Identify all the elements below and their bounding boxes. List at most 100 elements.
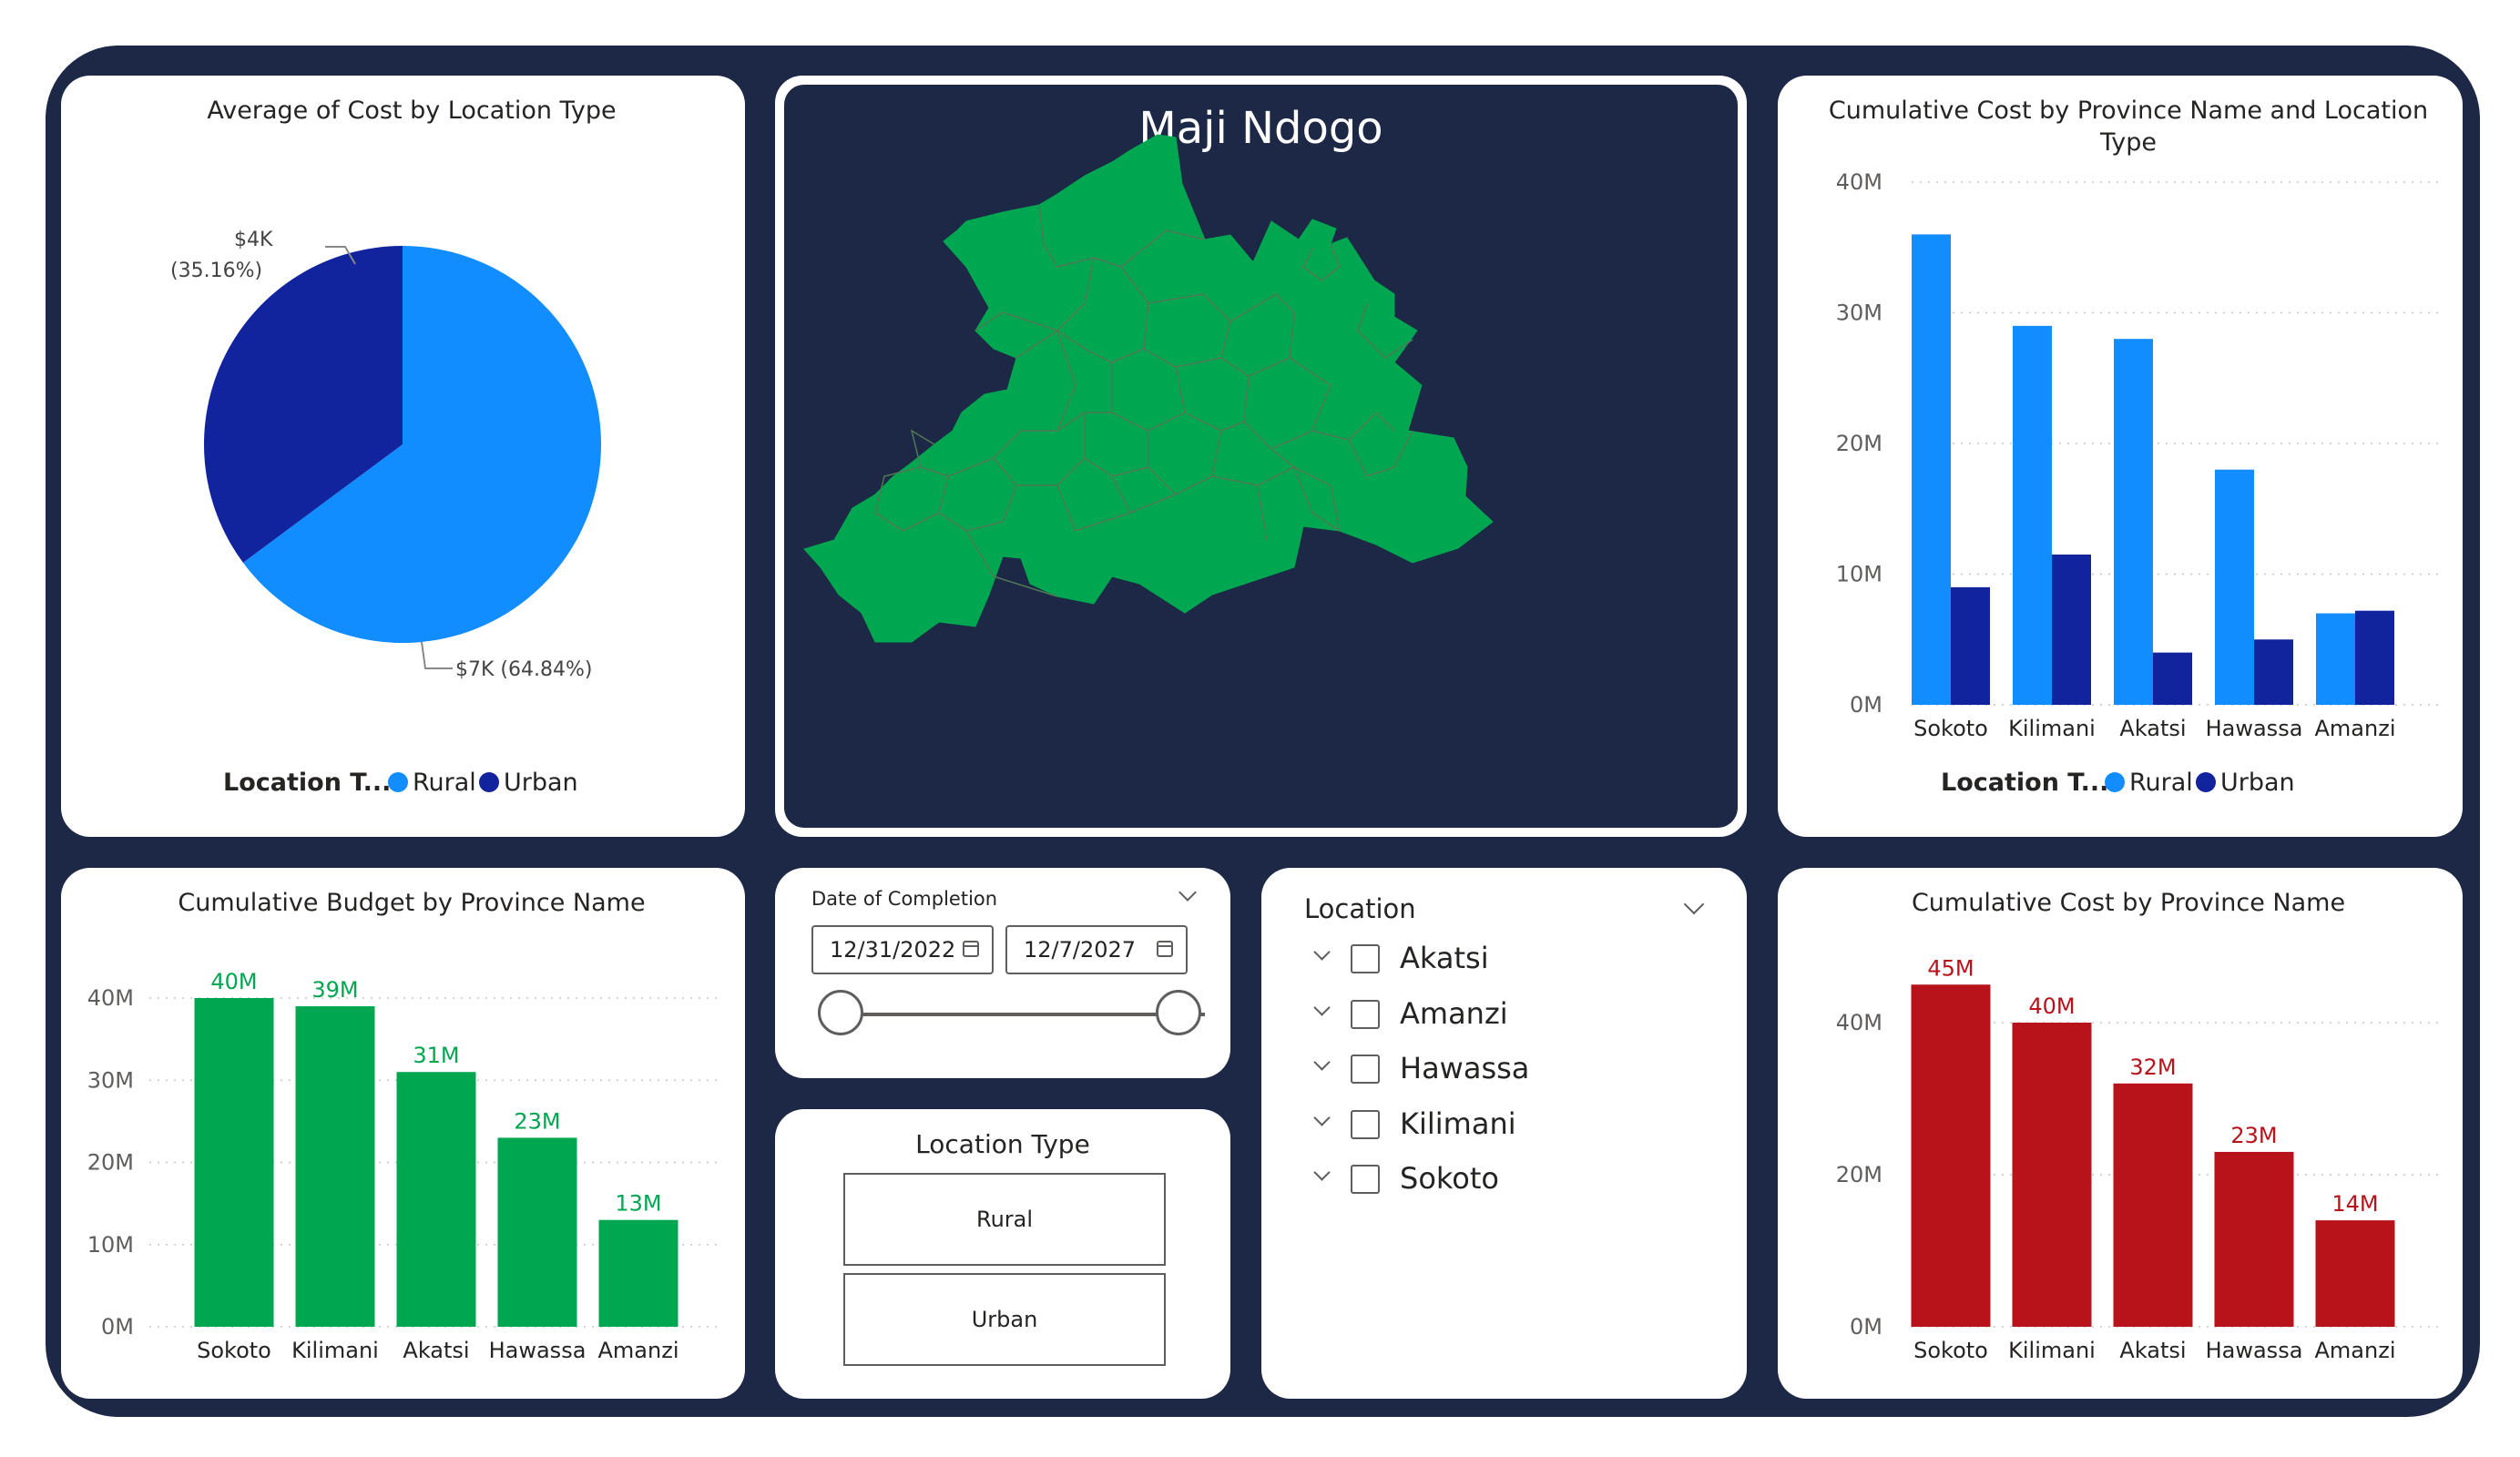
data-label: 13M xyxy=(615,1191,661,1217)
location-item-label: Hawassa xyxy=(1400,1051,1530,1085)
chart-title-line1: Cumulative Cost by Province Name and Loc… xyxy=(1829,97,2428,125)
checkbox[interactable] xyxy=(1351,1165,1380,1194)
bar-akatsi[interactable] xyxy=(2113,1083,2193,1327)
budget-by-province-chart: Cumulative Budget by Province Name 0M 10M 2… xyxy=(87,889,721,1363)
bar-akatsi-urban[interactable] xyxy=(2153,652,2192,705)
bar-amanzi-rural[interactable] xyxy=(2316,613,2355,705)
x-tick-label: Sokoto xyxy=(197,1338,271,1363)
map-panel: Maji Ndogo xyxy=(784,85,1738,828)
data-label: 39M xyxy=(311,977,358,1003)
data-label: 23M xyxy=(2230,1123,2277,1148)
x-tick-label: Akatsi xyxy=(403,1338,469,1363)
bar-sokoto[interactable] xyxy=(194,998,274,1327)
bar-hawassa-rural[interactable] xyxy=(2215,469,2254,705)
legend-rural-label: Rural xyxy=(2129,769,2193,797)
location-slicer-title: Location xyxy=(1304,893,1416,924)
location-type-urban-button[interactable]: Urban xyxy=(843,1273,1166,1366)
bar-kilimani[interactable] xyxy=(295,1006,375,1327)
expand-chevron-icon[interactable] xyxy=(1313,1164,1331,1181)
y-tick-label: 40M xyxy=(1836,169,1882,195)
data-label: 40M xyxy=(210,969,257,994)
date-range-slider-track[interactable] xyxy=(841,1013,1205,1016)
bar-sokoto-urban[interactable] xyxy=(1951,586,1990,705)
chevron-down-icon[interactable] xyxy=(1178,883,1197,902)
y-tick-label: 0M xyxy=(1850,692,1882,718)
y-tick-label: 0M xyxy=(101,1314,134,1340)
pie-chart-title: Average of Cost by Location Type xyxy=(207,97,616,125)
chart-title-line2: Type xyxy=(2099,128,2157,157)
y-tick-label: 10M xyxy=(87,1232,134,1258)
bar-kilimani-urban[interactable] xyxy=(2052,554,2091,705)
location-type-rural-button[interactable]: Rural xyxy=(843,1173,1166,1266)
map-card[interactable]: Maji Ndogo xyxy=(775,76,1747,837)
bar-sokoto[interactable] xyxy=(1911,984,1991,1327)
slider-start-handle[interactable] xyxy=(818,990,863,1035)
bar-akatsi-rural[interactable] xyxy=(2114,339,2153,705)
maji-ndogo-map[interactable] xyxy=(784,85,1738,828)
date-slicer-card[interactable]: Date of Completion 12/31/2022 12/7/2027 xyxy=(775,868,1230,1078)
bar-kilimani[interactable] xyxy=(2012,1023,2092,1327)
expand-chevron-icon[interactable] xyxy=(1313,999,1331,1016)
bar-kilimani-rural[interactable] xyxy=(2013,325,2052,705)
cost-by-province-type-card[interactable]: 0M 10M 20M 30M 40M Sokoto Kilimani Akatsi Hawass… xyxy=(1778,76,2463,837)
pie-chart-card[interactable]: Average of Cost by Location Type $4K (35… xyxy=(61,76,745,837)
x-tick-label: Amanzi xyxy=(2315,1338,2396,1363)
x-tick-label: Akatsi xyxy=(2119,1338,2186,1363)
expand-chevron-icon[interactable] xyxy=(1313,1109,1331,1126)
location-item-label: Sokoto xyxy=(1400,1161,1499,1196)
data-label: 45M xyxy=(1927,955,1974,981)
cost-by-province-card[interactable]: Cumulative Cost by Province Name 0M 20M 40M… xyxy=(1778,868,2463,1399)
x-tick-label: Akatsi xyxy=(2119,716,2186,741)
start-date-value: 12/31/2022 xyxy=(830,937,956,963)
bar-amanzi[interactable] xyxy=(2315,1220,2395,1327)
checkbox[interactable] xyxy=(1351,1000,1380,1029)
bar-sokoto-rural[interactable] xyxy=(1912,234,1951,705)
bar-hawassa-urban[interactable] xyxy=(2254,639,2293,705)
start-date-input[interactable]: 12/31/2022 xyxy=(811,925,994,974)
y-tick-label: 20M xyxy=(1836,1162,1882,1187)
legend-rural-dot xyxy=(388,772,408,792)
pie-label-urban-pct: (35.16%) xyxy=(170,260,262,282)
cost-by-province-chart: Cumulative Cost by Province Name 0M 20M 40M… xyxy=(1836,889,2438,1363)
bar-hawassa[interactable] xyxy=(2214,1151,2294,1327)
chevron-down-icon[interactable] xyxy=(1683,893,1705,915)
map-region-land xyxy=(803,134,1494,643)
y-tick-label: 0M xyxy=(1850,1314,1882,1340)
x-tick-label: Sokoto xyxy=(1913,1338,1988,1363)
x-tick-label: Hawassa xyxy=(2206,1338,2303,1363)
location-type-slicer-card[interactable]: Location Type Rural Urban xyxy=(775,1109,1230,1399)
y-tick-label: 30M xyxy=(1836,301,1882,326)
bar-amanzi[interactable] xyxy=(598,1219,678,1327)
budget-by-province-card[interactable]: Cumulative Budget by Province Name 0M 10M 2… xyxy=(61,868,745,1399)
bar-akatsi[interactable] xyxy=(396,1072,476,1327)
location-item-label: Kilimani xyxy=(1400,1106,1516,1141)
expand-chevron-icon[interactable] xyxy=(1313,1054,1331,1071)
data-label: 31M xyxy=(413,1043,459,1068)
date-slicer-label: Date of Completion xyxy=(811,888,998,910)
y-tick-label: 40M xyxy=(1836,1010,1882,1035)
legend-urban-dot xyxy=(2196,772,2216,792)
calendar-icon[interactable] xyxy=(963,941,979,957)
expand-chevron-icon[interactable] xyxy=(1313,943,1331,961)
end-date-input[interactable]: 12/7/2027 xyxy=(1005,925,1188,974)
legend-rural-dot xyxy=(2105,772,2125,792)
checkbox[interactable] xyxy=(1351,1110,1380,1139)
pie-legend-title: Location T... xyxy=(223,769,391,797)
x-tick-label: Hawassa xyxy=(2206,716,2303,741)
bar-amanzi-urban[interactable] xyxy=(2355,610,2394,705)
x-tick-label: Hawassa xyxy=(489,1338,587,1363)
x-tick-label: Kilimani xyxy=(2008,716,2096,741)
legend-title: Location T... xyxy=(1941,769,2108,797)
slider-end-handle[interactable] xyxy=(1156,990,1201,1035)
checkbox[interactable] xyxy=(1351,1055,1380,1084)
legend-urban-dot xyxy=(479,772,499,792)
location-type-title: Location Type xyxy=(915,1129,1090,1159)
data-label: 23M xyxy=(514,1108,560,1134)
bar-hawassa[interactable] xyxy=(497,1137,577,1327)
y-tick-label: 30M xyxy=(87,1067,134,1093)
location-slicer-card[interactable]: Location Akatsi Amanzi Hawassa Kilimani … xyxy=(1261,868,1747,1399)
x-tick-label: Amanzi xyxy=(2315,716,2396,741)
calendar-icon[interactable] xyxy=(1157,941,1173,957)
checkbox[interactable] xyxy=(1351,944,1380,973)
y-tick-label: 10M xyxy=(1836,562,1882,587)
